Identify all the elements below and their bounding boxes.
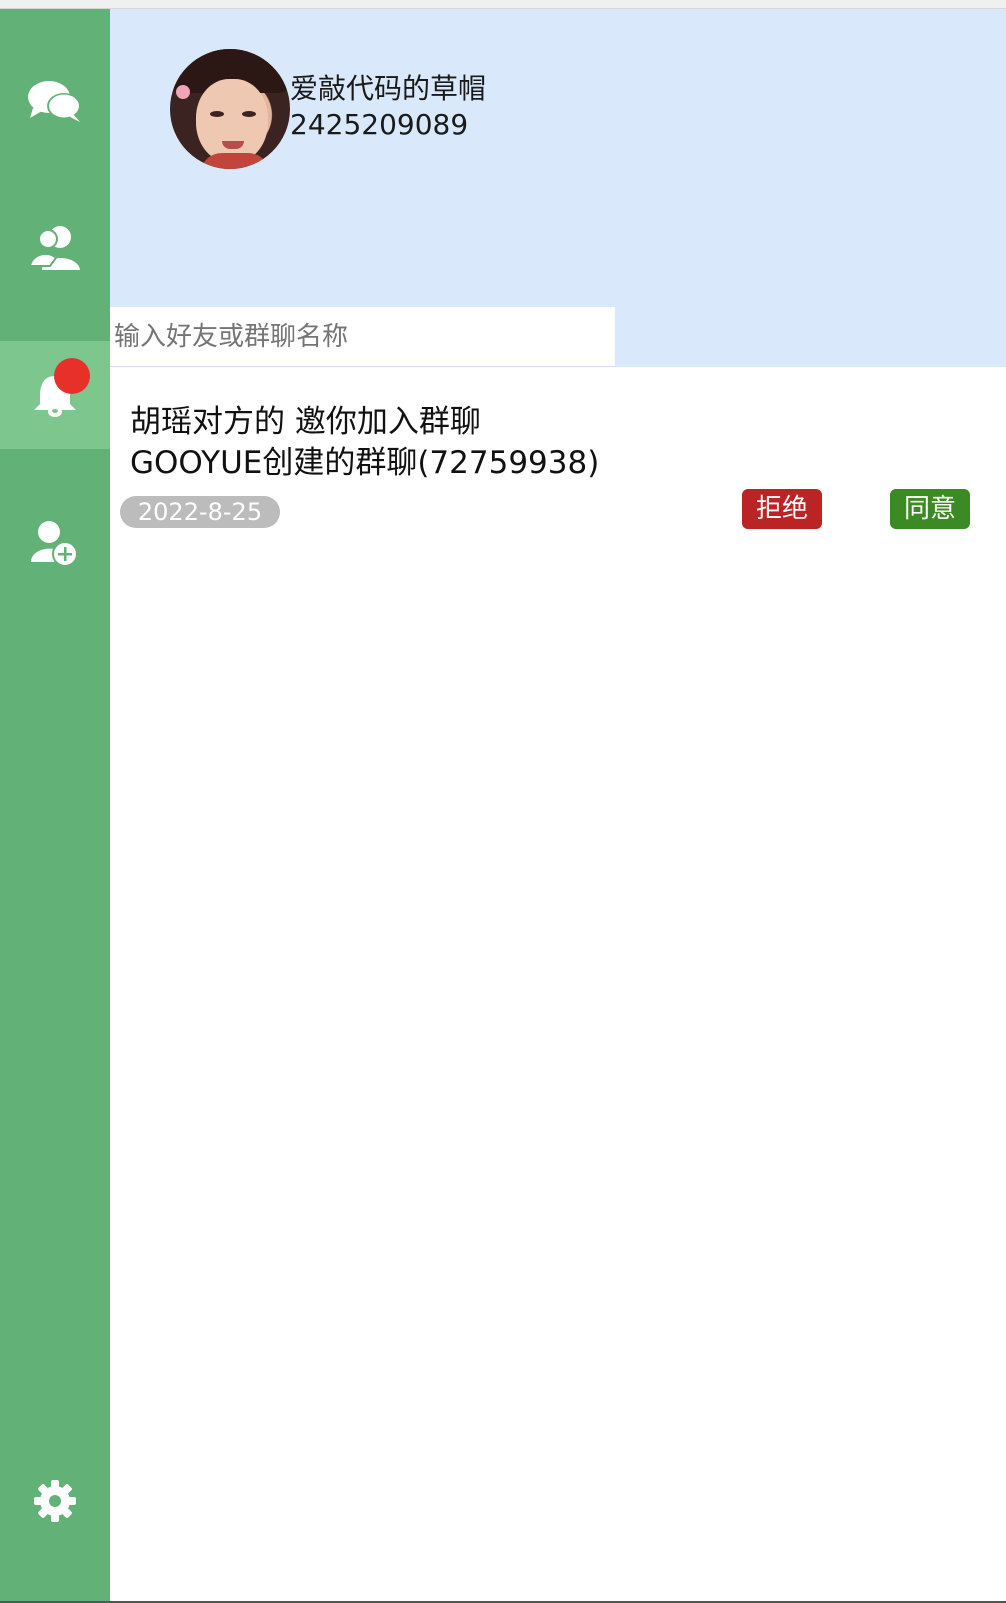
window-top-border: [0, 0, 1006, 9]
sidebar-item-chat[interactable]: [0, 47, 110, 155]
user-name: 爱敲代码的草帽: [290, 72, 487, 105]
reject-button[interactable]: 拒绝: [742, 489, 822, 529]
sidebar-item-contacts[interactable]: [0, 194, 110, 302]
settings-button[interactable]: [0, 1447, 110, 1555]
add-user-icon: [29, 518, 81, 568]
notification-badge: [54, 358, 90, 394]
avatar[interactable]: [170, 49, 290, 169]
invite-message: 胡瑶对方的 邀你加入群聊: [130, 404, 481, 440]
invite-date-badge: 2022-8-25: [120, 496, 280, 528]
contacts-icon: [28, 224, 82, 272]
invite-group-name: GOOYUE创建的群聊(72759938): [130, 445, 600, 481]
gear-icon: [32, 1478, 78, 1524]
accept-button[interactable]: 同意: [890, 489, 970, 529]
chat-bubbles-icon: [27, 78, 83, 124]
sidebar-item-add-friend[interactable]: [0, 489, 110, 597]
user-id: 2425209089: [290, 108, 469, 141]
sidebar: [0, 9, 110, 1601]
search-input[interactable]: [110, 307, 615, 367]
sidebar-item-notifications[interactable]: [0, 341, 110, 449]
group-invite-notification: 胡瑶对方的 邀你加入群聊 GOOYUE创建的群聊(72759938) 2022-…: [110, 370, 1006, 540]
